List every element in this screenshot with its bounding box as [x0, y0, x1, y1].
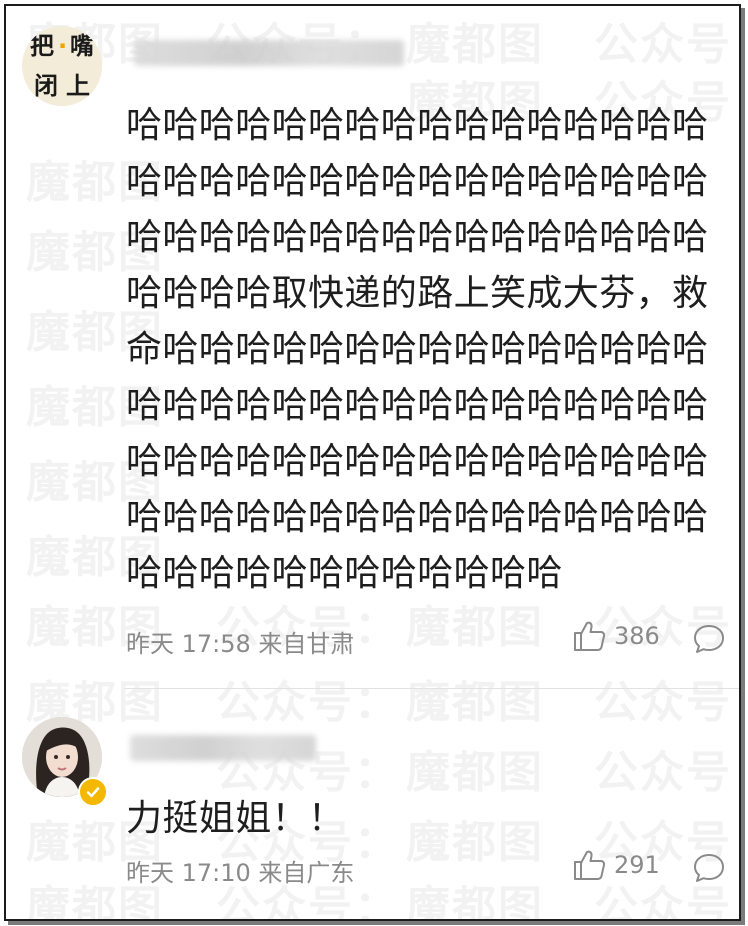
verified-badge-icon	[78, 777, 108, 807]
comment-text: 力挺姐姐！！	[126, 798, 345, 839]
comment-bubble-icon[interactable]	[692, 851, 726, 885]
avatar-logo-char: 上	[66, 72, 90, 100]
comment-item: 把 · 嘴 闭 上 哈哈哈哈哈哈哈哈哈哈哈哈哈哈哈哈哈哈哈哈哈哈哈哈哈哈哈哈哈哈…	[6, 6, 739, 688]
like-count: 386	[614, 622, 660, 650]
checkmark-icon	[86, 787, 100, 798]
avatar-logo-char: 闭	[34, 72, 58, 100]
comment-meta: 昨天 17:10 来自广东	[126, 859, 355, 887]
username-blurred[interactable]	[130, 735, 316, 761]
comment-screenshot-frame: 魔都图 公众号： 魔都图 公众号： 魔都图 魔都图 公众号： 魔都图 魔都图 魔…	[4, 4, 741, 921]
comment-item: 力挺姐姐！！ 昨天 17:10 来自广东 291	[6, 691, 739, 919]
avatar[interactable]: 把 · 嘴 闭 上	[22, 26, 102, 106]
username-blurred[interactable]	[134, 40, 404, 66]
comment-meta: 昨天 17:58 来自甘肃	[126, 630, 355, 658]
comment-divider	[124, 688, 739, 689]
like-button[interactable]: 386	[572, 620, 660, 652]
comment-bubble-icon[interactable]	[692, 622, 726, 656]
avatar-logo-char: ·	[58, 32, 68, 60]
comment-text: 哈哈哈哈哈哈哈哈哈哈哈哈哈哈哈哈哈哈哈哈哈哈哈哈哈哈哈哈哈哈哈哈哈哈哈哈哈哈哈哈…	[126, 105, 709, 594]
avatar-logo-char: 把	[30, 32, 54, 60]
avatar-logo-char: 嘴	[70, 32, 94, 60]
thumbs-up-icon	[574, 621, 606, 651]
thumbs-up-icon	[574, 850, 606, 880]
avatar-logo: 把 · 嘴 闭 上	[22, 26, 102, 106]
like-button[interactable]: 291	[572, 849, 660, 881]
like-count: 291	[614, 851, 660, 879]
